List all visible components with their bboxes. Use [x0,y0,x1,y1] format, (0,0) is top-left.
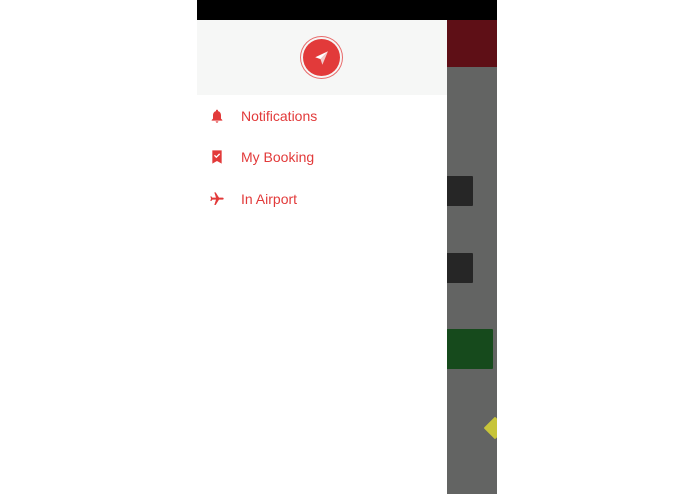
menu-item-my-booking[interactable]: My Booking [197,137,447,179]
menu-item-label: Notifications [241,107,318,124]
menu-item-label: My Booking [241,149,315,166]
bookmark-check-icon [209,149,225,165]
airplane-icon [209,191,225,207]
status-bar [197,0,497,20]
background-fab [483,416,497,440]
drawer-header [197,20,447,95]
paper-plane-icon [314,50,328,65]
bell-icon [209,108,225,124]
phone-screen: Notifications My Booking In Airport [197,0,497,494]
menu-item-label: In Airport [241,190,298,207]
app-logo[interactable] [303,39,340,76]
menu-item-notifications[interactable]: Notifications [197,95,447,137]
screen: Notifications My Booking In Airport [0,0,695,494]
drawer-menu: Notifications My Booking In Airport [197,95,447,220]
navigation-drawer: Notifications My Booking In Airport [197,20,447,494]
menu-item-in-airport[interactable]: In Airport [197,178,447,220]
